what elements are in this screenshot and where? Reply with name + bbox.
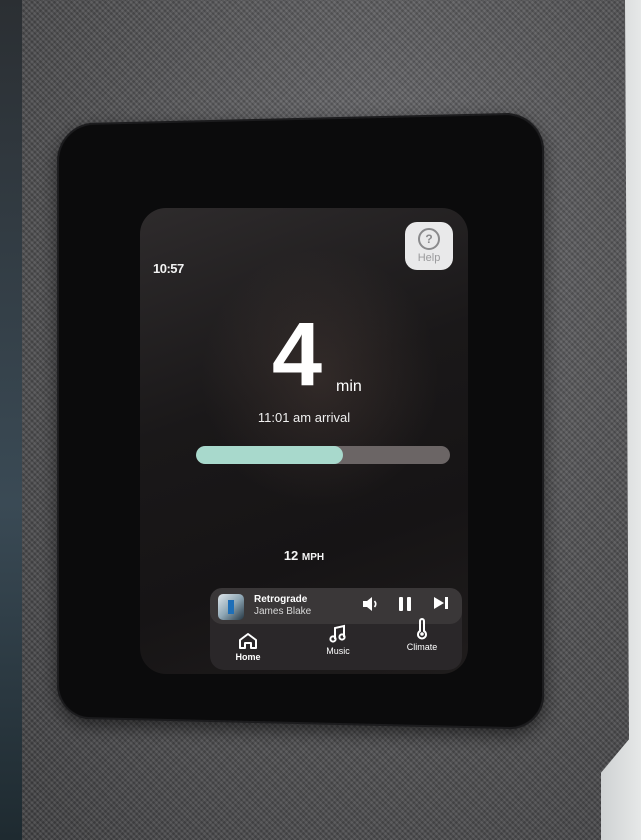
nav-item-climate[interactable]: Climate	[392, 618, 452, 652]
home-icon	[239, 633, 257, 649]
window-edge	[0, 0, 22, 840]
nav-label-music: Music	[326, 646, 350, 656]
speed-readout: 12 MPH	[140, 548, 468, 563]
rider-screen: 10:57 ? Help 4 min 11:01 am arrival 12 M…	[140, 208, 468, 674]
next-track-button[interactable]	[430, 596, 452, 616]
media-and-nav-panel: Retrograde James Blake Home Music Climat…	[210, 588, 462, 670]
pause-icon	[399, 597, 411, 611]
track-artist: James Blake	[254, 606, 312, 617]
arrival-time: 11:01 am arrival	[257, 410, 351, 425]
help-button[interactable]: ? Help	[405, 222, 453, 270]
next-track-icon	[434, 597, 448, 609]
nav-label-home: Home	[235, 652, 261, 662]
trip-progress-bar	[196, 446, 450, 464]
eta-unit: min	[336, 378, 362, 395]
music-note-icon	[329, 624, 346, 643]
nav-item-home[interactable]: Home	[218, 632, 278, 662]
volume-icon	[363, 597, 377, 611]
track-title: Retrograde	[254, 594, 308, 605]
trip-progress-fill	[196, 446, 344, 464]
status-time: 10:57	[153, 261, 184, 276]
bottom-nav: Home Music Climate	[210, 618, 462, 670]
nav-label-climate: Climate	[406, 642, 438, 652]
thermometer-icon	[417, 618, 427, 640]
help-label: Help	[417, 252, 441, 264]
speed-unit: MPH	[301, 552, 325, 563]
question-circle-icon: ?	[418, 228, 440, 250]
speed-value: 12	[283, 548, 299, 563]
album-art	[218, 594, 244, 620]
eta-minutes-value: 4	[272, 305, 323, 405]
pause-button[interactable]	[394, 596, 416, 618]
nav-item-music[interactable]: Music	[308, 624, 368, 656]
volume-button[interactable]	[360, 596, 382, 618]
